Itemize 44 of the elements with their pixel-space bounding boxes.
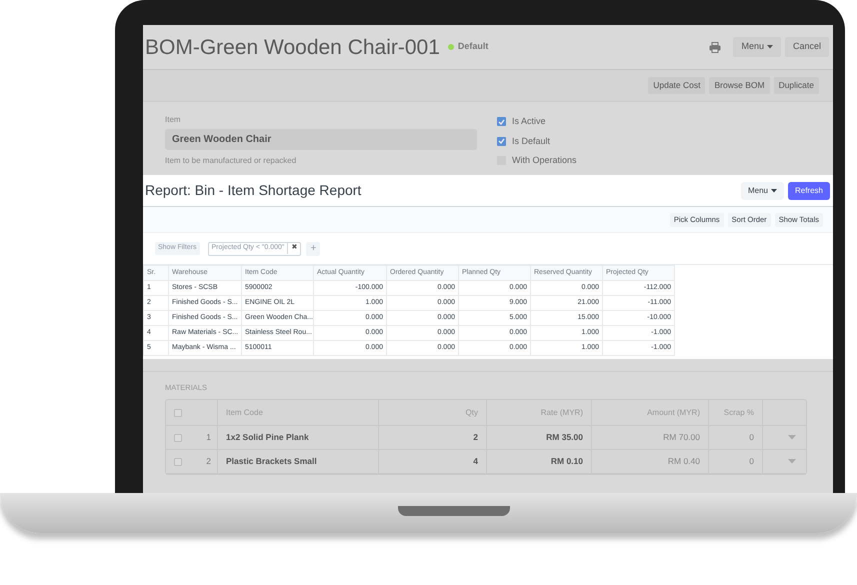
column-header: Item Code: [218, 400, 379, 426]
table-cell: 4: [379, 450, 487, 474]
column-header: Amount (MYR): [592, 400, 709, 426]
table-cell: 1x2 Solid Pine Plank: [218, 426, 379, 450]
menu-button[interactable]: Menu: [733, 37, 781, 57]
status-label: Default: [458, 40, 488, 54]
table-cell: RM 0.40: [592, 450, 709, 474]
caret-icon: [770, 188, 777, 192]
table-cell: 0: [709, 450, 763, 474]
column-header: Qty: [379, 400, 487, 426]
caret-icon: [766, 45, 773, 49]
item-field[interactable]: Green Wooden Chair: [165, 129, 477, 150]
menu-button[interactable]: Menu: [740, 182, 784, 200]
table-cell: 0: [709, 426, 763, 450]
row-number: 2: [206, 455, 211, 468]
action-button[interactable]: Duplicate: [774, 77, 819, 94]
column-header: Rate (MYR): [487, 400, 592, 426]
caret-icon[interactable]: [788, 459, 796, 464]
report-title: Report: Bin - Item Shortage Report: [145, 181, 362, 200]
table-cell: 2: [379, 426, 487, 450]
checkbox[interactable]: [174, 458, 182, 466]
help-text: Item to be manufactured or repacked: [165, 155, 298, 167]
add-filter-button[interactable]: +: [306, 242, 320, 256]
checkbox-label: With Operations: [512, 154, 577, 167]
checkbox[interactable]: [497, 117, 506, 126]
checkbox[interactable]: [174, 408, 182, 417]
checkbox-label: Is Active: [512, 115, 546, 128]
checkbox[interactable]: [174, 434, 182, 442]
table-cell: RM 35.00: [487, 426, 592, 450]
row-number: 1: [206, 431, 211, 444]
action-button[interactable]: Browse BOM: [709, 77, 770, 94]
action-button[interactable]: Update Cost: [648, 77, 706, 94]
table-cell: RM 0.10: [487, 450, 592, 474]
column-header: Scrap %: [709, 400, 763, 426]
cancel-button[interactable]: Cancel: [784, 37, 829, 57]
page-title: BOM-Green Wooden Chair-001: [144, 36, 440, 58]
field-label: Item: [165, 114, 182, 126]
refresh-button[interactable]: Refresh: [788, 182, 830, 200]
checkbox[interactable]: [497, 136, 506, 146]
caret-icon[interactable]: [788, 435, 796, 440]
checkbox-label: Is Default: [512, 134, 550, 148]
table-cell: Plastic Brackets Small: [218, 450, 379, 474]
print-icon[interactable]: [709, 42, 722, 52]
table-cell: RM 70.00: [592, 426, 709, 450]
